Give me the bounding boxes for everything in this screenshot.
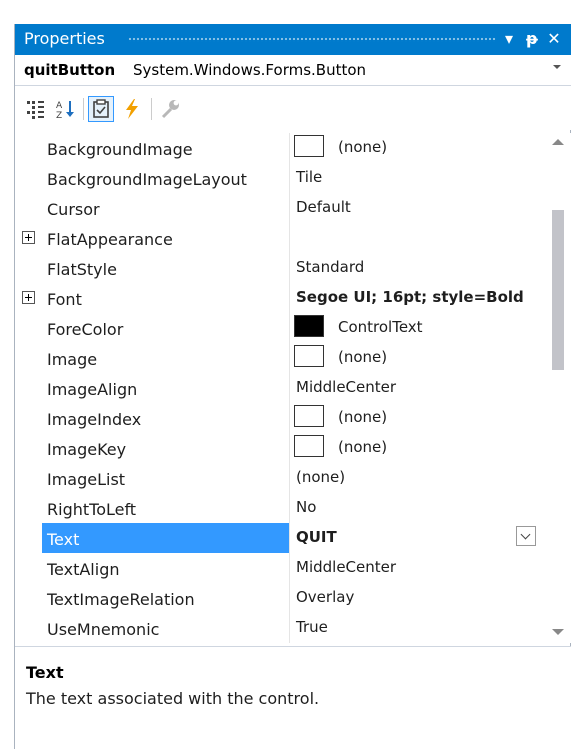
clipped-text-above [0,0,576,17]
alphabetical-icon[interactable]: A Z [53,96,79,122]
property-row-textimagerelation[interactable]: TextImageRelation Overlay [15,583,545,613]
image-preview-swatch [294,345,324,367]
close-icon[interactable]: ✕ [544,28,564,50]
window-position-dropdown-icon[interactable]: ▾ [499,28,519,50]
property-row-font[interactable]: Font Segoe UI; 16pt; style=Bold [15,283,545,313]
vertical-scrollbar[interactable] [545,133,571,643]
expand-icon[interactable] [22,231,35,244]
object-name: quitButton [24,61,116,79]
property-name: ImageAlign [42,373,290,403]
property-pages-icon[interactable] [157,96,183,122]
property-row-forecolor[interactable]: ForeColor ControlText [15,313,545,343]
toolbar-separator [83,98,84,120]
panel-titlebar: Properties ▾ ᵽ ✕ [15,24,571,55]
description-title: Text [26,663,64,682]
property-value[interactable]: Overlay [290,583,545,613]
property-row-imagelist[interactable]: ImageList (none) [15,463,545,493]
description-pane: Text The text associated with the contro… [15,646,571,750]
property-row-imagealign[interactable]: ImageAlign MiddleCenter [15,373,545,403]
property-value[interactable]: True [290,613,545,643]
property-row-backgroundimage[interactable]: BackgroundImage (none) [15,133,545,163]
property-row-text[interactable]: Text QUIT [15,523,545,553]
property-name: BackgroundImage [42,133,290,163]
property-name: BackgroundImageLayout [42,163,290,193]
scrollbar-thumb[interactable] [552,210,564,370]
property-grid: BackgroundImage (none) BackgroundImageLa… [15,133,571,643]
chevron-down-icon[interactable] [553,65,561,69]
property-row-usemnemonic[interactable]: UseMnemonic True [15,613,545,643]
image-preview-swatch [294,405,324,427]
property-row-flatstyle[interactable]: FlatStyle Standard [15,253,545,283]
property-value[interactable]: (none) [290,463,545,493]
property-name: Image [42,343,290,373]
property-value[interactable]: (none) [290,403,545,433]
property-name: RightToLeft [42,493,290,523]
property-value[interactable]: Segoe UI; 16pt; style=Bold [290,283,545,313]
toolbar-separator [151,98,152,120]
property-row-textalign[interactable]: TextAlign MiddleCenter [15,553,545,583]
value-dropdown-button[interactable] [516,526,536,546]
property-value[interactable] [290,223,545,253]
expand-icon[interactable] [22,291,35,304]
property-row-imageindex[interactable]: ImageIndex (none) [15,403,545,433]
properties-toolbar: A Z [15,86,571,130]
image-preview-swatch [294,435,324,457]
events-icon[interactable] [119,96,145,122]
property-name: ImageKey [42,433,290,463]
property-value[interactable]: Standard [290,253,545,283]
property-value[interactable]: QUIT [290,523,545,553]
pin-icon[interactable]: ᵽ [522,28,542,50]
property-name: Text [42,523,290,553]
property-name: Cursor [42,193,290,223]
property-name: ImageList [42,463,290,493]
property-name: ForeColor [42,313,290,343]
description-text: The text associated with the control. [26,689,320,708]
property-row-image[interactable]: Image (none) [15,343,545,373]
image-preview-swatch [294,135,324,157]
property-value[interactable]: Tile [290,163,545,193]
property-value[interactable]: (none) [290,133,545,163]
property-name: TextAlign [42,553,290,583]
titlebar-grip[interactable] [128,37,496,42]
properties-icon[interactable] [88,96,114,122]
property-value[interactable]: (none) [290,343,545,373]
property-row-flatappearance[interactable]: FlatAppearance [15,223,545,253]
color-swatch [294,315,324,337]
property-row-cursor[interactable]: Cursor Default [15,193,545,223]
property-name: ImageIndex [42,403,290,433]
object-selector[interactable]: quitButton System.Windows.Forms.Button [15,55,571,86]
property-name: Font [42,283,290,313]
property-name: FlatStyle [42,253,290,283]
svg-text:A: A [56,101,63,111]
scroll-up-icon[interactable] [552,139,564,145]
property-value[interactable]: No [290,493,545,523]
property-name: TextImageRelation [42,583,290,613]
svg-text:Z: Z [56,111,62,121]
properties-panel: Properties ▾ ᵽ ✕ quitButton System.Windo… [14,24,571,750]
scroll-down-icon[interactable] [552,629,564,635]
property-value[interactable]: Default [290,193,545,223]
property-name: UseMnemonic [42,613,290,643]
property-value[interactable]: MiddleCenter [290,553,545,583]
object-type: System.Windows.Forms.Button [133,61,367,79]
property-value[interactable]: ControlText [290,313,545,343]
property-row-imagekey[interactable]: ImageKey (none) [15,433,545,463]
property-value[interactable]: (none) [290,433,545,463]
property-value[interactable]: MiddleCenter [290,373,545,403]
categorized-icon[interactable] [23,96,49,122]
property-name: FlatAppearance [42,223,290,253]
property-row-righttoleft[interactable]: RightToLeft No [15,493,545,523]
panel-title: Properties [24,29,105,48]
property-row-backgroundimagelayout[interactable]: BackgroundImageLayout Tile [15,163,545,193]
